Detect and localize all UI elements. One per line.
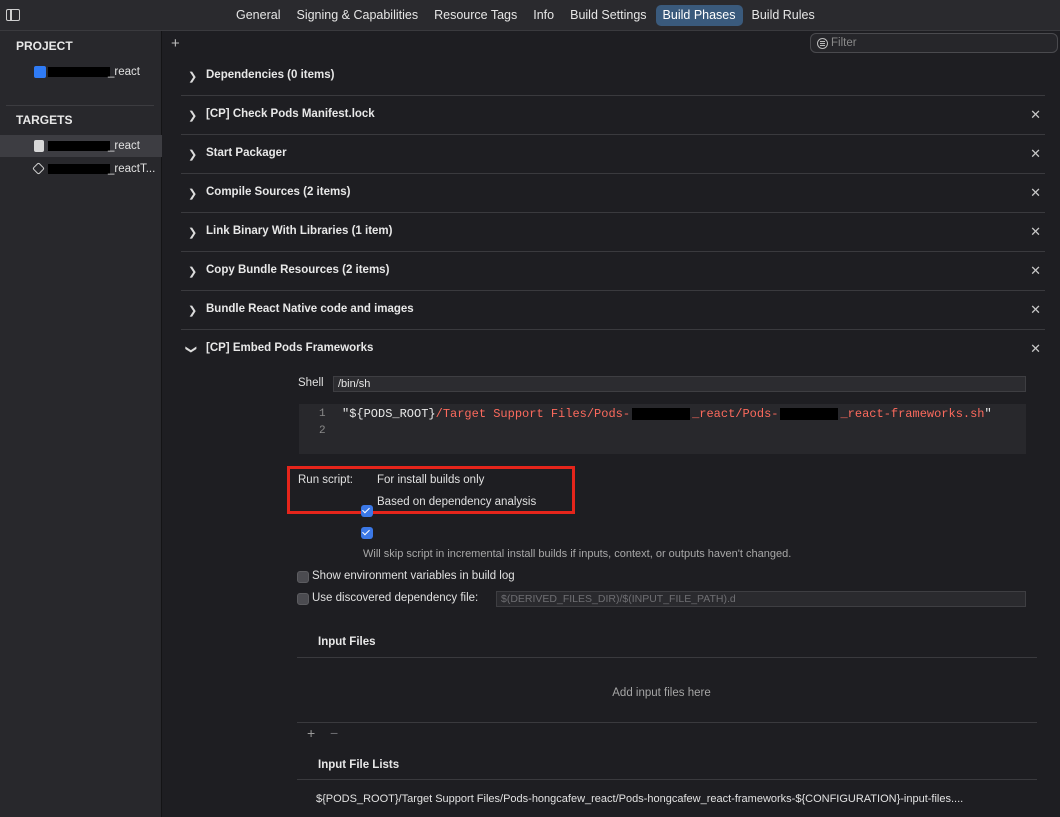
discovered-dep-label: Use discovered dependency file: <box>312 592 479 604</box>
dependency-analysis-label: Based on dependency analysis <box>377 496 537 508</box>
input-files-title: Input Files <box>318 636 376 648</box>
install-builds-only-checkbox[interactable] <box>361 505 373 517</box>
phase-title: [CP] Check Pods Manifest.lock <box>206 108 375 120</box>
skip-hint: Will skip script in incremental install … <box>363 548 792 560</box>
filter-field[interactable] <box>810 33 1058 53</box>
phase-title: Dependencies (0 items) <box>206 69 335 81</box>
tab-general[interactable]: General <box>229 5 287 26</box>
phase-copy-bundle-resources[interactable]: ❯ Copy Bundle Resources (2 items) ✕ <box>181 252 1045 291</box>
phase-title: Start Packager <box>206 147 287 159</box>
phase-title: Bundle React Native code and images <box>206 303 414 315</box>
phase-link-binary[interactable]: ❯ Link Binary With Libraries (1 item) ✕ <box>181 213 1045 252</box>
phase-embed-pods-frameworks[interactable]: ❯ [CP] Embed Pods Frameworks ✕ <box>181 330 1045 369</box>
code-token: _react/Pods- <box>692 407 779 421</box>
chevron-right-icon[interactable]: ❯ <box>188 265 197 278</box>
sidebar-divider <box>6 105 154 106</box>
sidebar-item-label: _react <box>108 140 140 152</box>
code-token: "${PODS_ROOT} <box>342 407 436 421</box>
install-builds-only-label: For install builds only <box>377 474 485 486</box>
script-line: "${PODS_ROOT}/Target Support Files/Pods-… <box>342 407 992 421</box>
input-files-header: Input Files <box>297 630 1037 658</box>
sidebar-toggle-icon[interactable] <box>6 9 20 21</box>
chevron-right-icon[interactable]: ❯ <box>188 226 197 239</box>
close-icon[interactable]: ✕ <box>1030 107 1041 123</box>
chevron-right-icon[interactable]: ❯ <box>188 187 197 200</box>
sidebar-item-test-target[interactable]: _reactT... <box>0 158 162 180</box>
phase-title: [CP] Embed Pods Frameworks <box>206 342 374 354</box>
sidebar-item-label: _reactT... <box>108 163 156 175</box>
close-icon[interactable]: ✕ <box>1030 263 1041 279</box>
filter-input[interactable] <box>831 36 1051 50</box>
sidebar-item-label: _react <box>108 66 140 78</box>
phase-title: Copy Bundle Resources (2 items) <box>206 264 390 276</box>
remove-input-file-button[interactable]: − <box>330 725 338 741</box>
close-icon[interactable]: ✕ <box>1030 302 1041 318</box>
line-number: 1 <box>319 408 326 420</box>
tab-build-rules[interactable]: Build Rules <box>745 5 822 26</box>
phase-dependencies[interactable]: ❯ Dependencies (0 items) <box>181 57 1045 96</box>
tab-info[interactable]: Info <box>526 5 561 26</box>
script-editor[interactable]: 1 2 "${PODS_ROOT}/Target Support Files/P… <box>299 404 1026 454</box>
editor-tabs: General Signing & Capabilities Resource … <box>229 5 822 26</box>
targets-heading: TARGETS <box>16 113 73 127</box>
dependency-analysis-checkbox[interactable] <box>361 527 373 539</box>
input-file-lists-title: Input File Lists <box>318 759 400 771</box>
project-navigator: PROJECT _react TARGETS _react _reactT... <box>0 31 162 817</box>
input-files-controls: + − <box>297 722 1037 742</box>
sidebar-item-app-target[interactable]: _react <box>0 135 162 157</box>
show-env-label: Show environment variables in build log <box>312 570 515 582</box>
tab-resource-tags[interactable]: Resource Tags <box>427 5 524 26</box>
app-target-icon <box>34 140 44 152</box>
close-icon[interactable]: ✕ <box>1030 341 1041 357</box>
dependency-file-field[interactable]: $(DERIVED_FILES_DIR)/$(INPUT_FILE_PATH).… <box>496 591 1026 607</box>
phase-title: Compile Sources (2 items) <box>206 186 351 198</box>
phase-start-packager[interactable]: ❯ Start Packager ✕ <box>181 135 1045 174</box>
input-files-empty-message: Add input files here <box>612 687 711 699</box>
phase-compile-sources[interactable]: ❯ Compile Sources (2 items) ✕ <box>181 174 1045 213</box>
sidebar-item-project[interactable]: _react <box>0 61 162 83</box>
close-icon[interactable]: ✕ <box>1030 146 1041 162</box>
chevron-right-icon[interactable]: ❯ <box>188 70 197 83</box>
chevron-right-icon[interactable]: ❯ <box>188 148 197 161</box>
chevron-right-icon[interactable]: ❯ <box>188 109 197 122</box>
chevron-right-icon[interactable]: ❯ <box>188 304 197 317</box>
add-build-phase-button[interactable]: + <box>171 35 180 52</box>
redacted-name <box>632 407 691 420</box>
test-target-icon <box>32 162 45 175</box>
input-file-list-row[interactable]: ${PODS_ROOT}/Target Support Files/Pods-h… <box>316 793 963 805</box>
code-token: " <box>984 407 992 421</box>
tab-build-settings[interactable]: Build Settings <box>563 5 653 26</box>
chevron-down-icon[interactable]: ❯ <box>185 345 198 354</box>
redacted-name <box>48 141 110 151</box>
discovered-dep-checkbox[interactable] <box>297 593 309 605</box>
xcode-project-icon <box>34 66 46 78</box>
code-token: /Target Support Files/Pods- <box>435 407 631 421</box>
close-icon[interactable]: ✕ <box>1030 224 1041 240</box>
shell-label: Shell <box>298 377 324 389</box>
redacted-name <box>48 164 110 174</box>
build-phases-editor: + ❯ Dependencies (0 items) ❯ [CP] Check … <box>163 31 1060 817</box>
project-heading: PROJECT <box>16 39 73 53</box>
line-number: 2 <box>319 425 326 437</box>
phase-bundle-react-native[interactable]: ❯ Bundle React Native code and images ✕ <box>181 291 1045 330</box>
close-icon[interactable]: ✕ <box>1030 185 1041 201</box>
run-script-label: Run script: <box>298 474 353 486</box>
editor-tab-bar: General Signing & Capabilities Resource … <box>0 0 1060 31</box>
tab-build-phases[interactable]: Build Phases <box>655 5 743 26</box>
shell-field[interactable]: /bin/sh <box>333 376 1026 392</box>
phase-check-pods-manifest[interactable]: ❯ [CP] Check Pods Manifest.lock ✕ <box>181 96 1045 135</box>
input-file-lists-header: Input File Lists <box>297 752 1037 780</box>
add-input-file-button[interactable]: + <box>307 725 315 741</box>
redacted-name <box>780 407 839 420</box>
redacted-name <box>48 67 110 77</box>
tab-signing-capabilities[interactable]: Signing & Capabilities <box>289 5 425 26</box>
code-token: _react-frameworks.sh <box>840 407 985 421</box>
show-env-checkbox[interactable] <box>297 571 309 583</box>
phase-title: Link Binary With Libraries (1 item) <box>206 225 393 237</box>
filter-icon <box>817 38 828 49</box>
